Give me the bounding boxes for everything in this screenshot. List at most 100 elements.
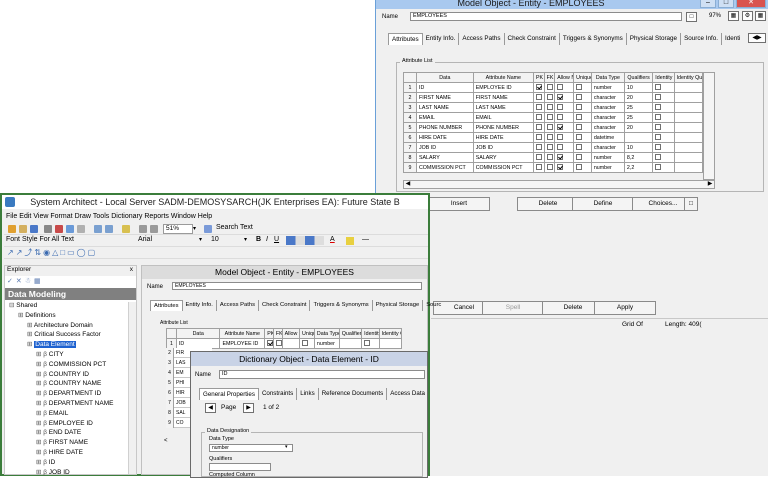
identity-checkbox[interactable]: [655, 94, 662, 101]
column-header[interactable]: Qualifiers: [623, 72, 654, 83]
tab-general-properties[interactable]: General Properties: [199, 388, 259, 400]
identity-checkbox[interactable]: [655, 104, 662, 111]
apply-button[interactable]: Apply: [594, 301, 656, 315]
column-header[interactable]: PK: [532, 72, 545, 83]
cell-data[interactable]: PHI: [174, 380, 184, 386]
column-header[interactable]: FK: [543, 72, 556, 83]
pk-checkbox[interactable]: [267, 340, 273, 347]
cell-data-type[interactable]: datetime: [590, 132, 625, 143]
cell-fk[interactable]: [543, 162, 556, 173]
cell-pk[interactable]: [532, 122, 545, 133]
copy-icon[interactable]: [66, 225, 74, 233]
cell-allow-null[interactable]: [554, 112, 575, 123]
cell-attribute-name[interactable]: FIRST NAME: [472, 92, 534, 103]
tab-links[interactable]: Links: [297, 388, 319, 400]
cell-attribute-name[interactable]: COMMISSION PCT: [472, 162, 534, 173]
column-header[interactable]: Allow Null: [554, 72, 575, 83]
name-field[interactable]: EMPLOYEES: [410, 12, 682, 21]
identity-checkbox[interactable]: [364, 340, 371, 347]
cell-attribute-name[interactable]: EMPLOYEE ID: [219, 338, 266, 349]
chevron-down-icon[interactable]: ▾: [244, 236, 247, 243]
cell-data-type[interactable]: character: [590, 142, 625, 153]
minimize-button[interactable]: –: [700, 0, 716, 8]
tree-item[interactable]: ⊞ β EMPLOYEE ID: [9, 419, 113, 429]
cell-data[interactable]: COMMISSION PCT: [415, 162, 474, 173]
cell-attribute-name[interactable]: PHONE NUMBER: [472, 122, 534, 133]
pk-checkbox[interactable]: [535, 124, 542, 131]
qualifiers-field[interactable]: [209, 463, 271, 471]
cell-identity-qual[interactable]: [673, 92, 704, 103]
cell-data[interactable]: SAL: [174, 410, 185, 416]
tree-item[interactable]: ⊞ β CITY: [9, 350, 113, 360]
cell-unique[interactable]: [573, 152, 592, 163]
table-row[interactable]: 8 SALARY SALARY number 8,2: [403, 152, 704, 163]
cell-identity-qual[interactable]: [673, 122, 704, 133]
cell-identity-qual[interactable]: [673, 142, 704, 153]
column-header[interactable]: Identity: [361, 328, 380, 339]
cell-attribute-name[interactable]: LAST NAME: [472, 102, 534, 113]
open-icon[interactable]: [19, 225, 27, 233]
cell-data[interactable]: JOB ID: [415, 142, 474, 153]
column-header[interactable]: Allow Null: [281, 328, 301, 339]
column-header[interactable]: Qualifiers: [338, 328, 363, 339]
undo-icon[interactable]: [94, 225, 102, 233]
cell-pk[interactable]: [532, 152, 545, 163]
tab-physical-storage[interactable]: Physical Storage: [627, 33, 682, 45]
cell-pk[interactable]: [532, 132, 545, 143]
allow-null-checkbox[interactable]: [557, 84, 564, 91]
zoom-in-icon[interactable]: [139, 225, 147, 233]
tree-item[interactable]: ⊞ β COMMISSION PCT: [9, 360, 113, 370]
tab-source-info[interactable]: Source Info.: [681, 33, 723, 45]
cell-allow-null[interactable]: [554, 142, 575, 153]
tab-access-paths[interactable]: Access Paths: [217, 300, 260, 311]
tab-access-data[interactable]: Access Data: [387, 388, 428, 400]
cell-identity[interactable]: [652, 82, 675, 93]
identity-checkbox[interactable]: [655, 164, 662, 171]
cell-allow-null[interactable]: [554, 152, 575, 163]
close-button[interactable]: ✕: [736, 0, 766, 8]
pk-checkbox[interactable]: [535, 144, 542, 151]
column-header[interactable]: Attribute Name: [219, 328, 266, 339]
search-text-button[interactable]: Search Text: [216, 224, 253, 231]
fk-checkbox[interactable]: [546, 124, 553, 131]
pk-checkbox[interactable]: [535, 104, 542, 111]
cell-pk[interactable]: [532, 112, 545, 123]
cell-allow-null[interactable]: [554, 122, 575, 133]
pk-checkbox[interactable]: [535, 134, 542, 141]
cell-data[interactable]: FIR: [174, 350, 184, 356]
cell-unique[interactable]: [573, 132, 592, 143]
fk-checkbox[interactable]: [546, 84, 553, 91]
cell-identity-qual[interactable]: [378, 338, 403, 349]
fk-checkbox[interactable]: [546, 144, 553, 151]
tree-scrollbar[interactable]: [128, 302, 136, 474]
cell-unique[interactable]: [573, 112, 592, 123]
cell-identity[interactable]: [652, 142, 675, 153]
cell-data-type[interactable]: number: [590, 82, 625, 93]
menu-file[interactable]: File: [6, 213, 17, 220]
save-icon[interactable]: [30, 225, 38, 233]
pk-checkbox[interactable]: [535, 154, 542, 161]
menu-format[interactable]: Format: [50, 213, 72, 220]
column-header[interactable]: Identity: [652, 72, 675, 83]
insert-button[interactable]: Insert: [428, 197, 490, 211]
scroll-left-icon[interactable]: <: [164, 438, 168, 444]
data-modeling-header[interactable]: Data Modeling: [5, 288, 136, 300]
cell-allow-null[interactable]: [554, 162, 575, 173]
pk-checkbox[interactable]: [535, 164, 542, 171]
dialog-name-field[interactable]: ID: [219, 370, 425, 379]
cell-attribute-name[interactable]: EMAIL: [472, 112, 534, 123]
cell-qualifiers[interactable]: 20: [623, 92, 654, 103]
tree-item[interactable]: ⊞ β DEPARTMENT ID: [9, 389, 113, 399]
cell-data[interactable]: HIR: [174, 390, 185, 396]
menu-reports[interactable]: Reports: [144, 213, 169, 220]
cell-identity-qual[interactable]: [673, 112, 704, 123]
tree-item[interactable]: ⊞ β COUNTRY NAME: [9, 379, 113, 389]
explorer-toolbar-icons[interactable]: ✓✕☃▦: [7, 277, 44, 285]
cell-pk[interactable]: [532, 162, 545, 173]
grid-icon[interactable]: ▦: [728, 11, 739, 21]
tree-item[interactable]: ⊞ β ID: [9, 458, 113, 468]
unique-checkbox[interactable]: [576, 154, 583, 161]
column-header[interactable]: Identity Qual: [673, 72, 704, 83]
cell-attribute-name[interactable]: JOB ID: [472, 142, 534, 153]
allow-null-checkbox[interactable]: [557, 134, 564, 141]
